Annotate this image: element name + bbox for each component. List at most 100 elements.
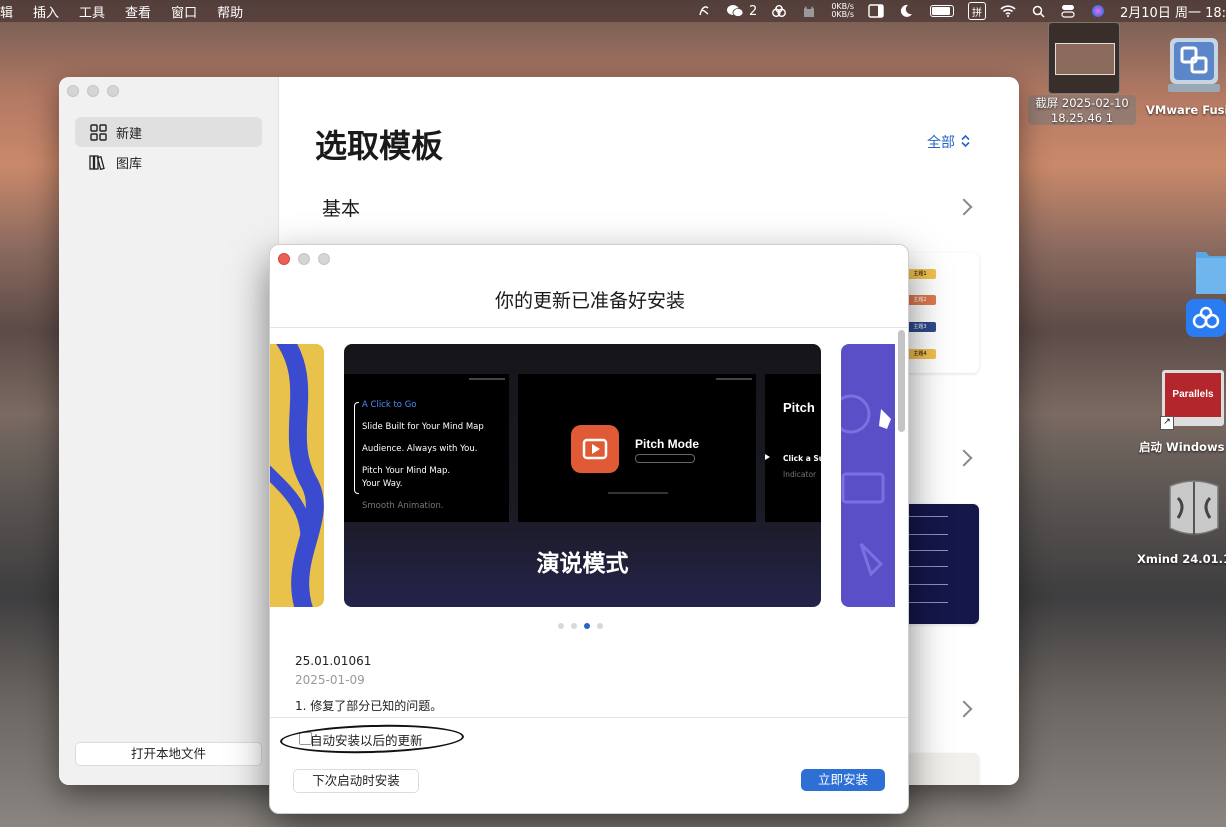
template-card[interactable] — [904, 504, 979, 624]
carousel-slide-prev[interactable] — [270, 344, 324, 607]
grid-icon — [89, 123, 107, 141]
slide-line: Audience. Always with You. — [362, 444, 478, 454]
xmind-icon[interactable] — [1164, 478, 1224, 542]
alias-arrow-icon: ↗ — [1160, 416, 1174, 430]
install-now-button[interactable]: 立即安装 — [801, 769, 885, 791]
carousel-dot[interactable] — [558, 623, 564, 629]
slide-line: Click a Sub — [783, 454, 821, 463]
slide-line: Pitch Your Mind Map. — [362, 466, 451, 476]
template-card[interactable]: 主题1 主题2 主题3 主题4 — [904, 253, 979, 373]
scrollbar[interactable] — [898, 330, 905, 432]
menu-bar-right: 2 0KB/s 0KB/s 拼 2月10日 周一 18: — [682, 0, 1226, 22]
cat-icon[interactable] — [801, 4, 817, 18]
carousel-dot[interactable] — [571, 623, 577, 629]
input-method-icon[interactable]: 拼 — [968, 2, 986, 20]
divider — [270, 717, 908, 718]
menu-insert[interactable]: 插入 — [33, 2, 59, 21]
sidebar: 新建 图库 打开本地文件 — [59, 77, 279, 785]
baidu-netdisk-desktop-icon[interactable] — [1186, 299, 1226, 337]
menu-help[interactable]: 帮助 — [217, 2, 243, 21]
version-number: 25.01.01061 — [295, 654, 372, 668]
screenshot-file-label[interactable]: 截屏 2025-02-10 18.25.46 1 — [1028, 95, 1136, 125]
wechat-icon[interactable]: 2 — [726, 3, 758, 19]
search-icon[interactable] — [1030, 4, 1046, 18]
folder-icon[interactable] — [1194, 246, 1226, 296]
script-icon[interactable] — [696, 4, 712, 18]
clock[interactable]: 2月10日 周一 18: — [1120, 2, 1226, 21]
library-icon — [89, 153, 107, 171]
chevron-updown-icon — [961, 134, 970, 149]
filter-dropdown[interactable]: 全部 — [927, 132, 970, 152]
chevron-right-icon[interactable] — [955, 700, 973, 718]
arrow-right-icon — [765, 454, 770, 460]
release-note: 1. 修复了部分已知的问题。 — [295, 699, 443, 713]
dialog-title: 你的更新已准备好安装 — [494, 290, 685, 312]
dialog-zoom-button — [318, 253, 330, 265]
parallels-label[interactable]: 启动 Windows 和 — [1139, 439, 1226, 455]
open-local-file-button[interactable]: 打开本地文件 — [75, 742, 262, 766]
slide-headline: 演说模式 — [536, 551, 629, 577]
close-button[interactable] — [67, 85, 79, 97]
dialog-minimize-button — [298, 253, 310, 265]
menu-tools[interactable]: 工具 — [79, 2, 105, 21]
carousel-slide-next[interactable] — [841, 344, 895, 607]
sidebar-toggle-icon[interactable] — [868, 4, 884, 18]
slide-line: A Click to Go — [362, 400, 417, 410]
slide-panel-pitch: Pitch Mode — [518, 374, 756, 522]
vmware-fusion-icon[interactable] — [1166, 34, 1222, 96]
minimize-button[interactable] — [87, 85, 99, 97]
moon-icon[interactable] — [898, 4, 914, 18]
baidu-netdisk-icon[interactable] — [771, 4, 787, 18]
play-icon — [571, 425, 619, 473]
menu-edit[interactable]: 辑 — [0, 2, 13, 21]
screenshot-label-line2: 18.25.46 1 — [1050, 111, 1114, 125]
template-card[interactable] — [904, 753, 979, 785]
parallels-brand: Parallels — [1165, 373, 1221, 417]
screenshot-file-thumbnail[interactable] — [1048, 22, 1120, 94]
sidebar-item-label: 图库 — [116, 156, 143, 172]
pitch-mode-title: Pitch Mode — [635, 437, 700, 451]
menu-bar: 辑 插入 工具 查看 窗口 帮助 2 0KB/s 0KB/s 拼 2月10日 周… — [0, 0, 1226, 22]
hand-drawn-circle-annotation — [279, 722, 465, 756]
release-notes-scroll-area[interactable]: A Click to Go Slide Built for Your Mind … — [270, 327, 908, 717]
control-center-icon[interactable] — [1060, 4, 1076, 18]
parallels-icon[interactable]: Parallels ↗ — [1160, 370, 1224, 430]
filter-label: 全部 — [927, 135, 955, 151]
screenshot-label-line1: 截屏 2025-02-10 — [1035, 96, 1129, 110]
carousel-dot[interactable] — [597, 623, 603, 629]
window-controls — [67, 85, 119, 97]
install-on-next-launch-button[interactable]: 下次启动时安装 — [293, 769, 419, 793]
carousel-indicator — [558, 623, 603, 629]
carousel-slide-current[interactable]: A Click to Go Slide Built for Your Mind … — [344, 344, 821, 607]
chevron-right-icon[interactable] — [955, 449, 973, 467]
slide-panel-pitch-next: Pitch Click a Sub Indicator — [765, 374, 821, 522]
chevron-right-icon[interactable] — [955, 198, 973, 216]
slide-line: Slide Built for Your Mind Map — [362, 422, 484, 432]
menu-window[interactable]: 窗口 — [171, 2, 197, 21]
siri-icon[interactable] — [1090, 4, 1106, 18]
vmware-fusion-label[interactable]: VMware Fusio — [1146, 103, 1226, 117]
net-down: 0KB/s — [831, 10, 854, 19]
zoom-button[interactable] — [107, 85, 119, 97]
sidebar-item-label: 新建 — [116, 126, 143, 142]
slide-line: Your Way. — [362, 479, 403, 489]
slide-panel-outline: A Click to Go Slide Built for Your Mind … — [344, 374, 509, 522]
carousel-dot-active[interactable] — [584, 623, 590, 629]
xmind-label[interactable]: Xmind 24.01.13 — [1137, 552, 1226, 566]
pitch-title-next: Pitch — [783, 400, 815, 415]
menu-bar-left: 辑 插入 工具 查看 窗口 帮助 — [0, 2, 263, 21]
wechat-badge: 2 — [749, 3, 758, 19]
dialog-close-button[interactable] — [278, 253, 290, 265]
page-title: 选取模板 — [315, 127, 444, 165]
sidebar-item-library[interactable]: 图库 — [75, 147, 262, 177]
sidebar-item-new[interactable]: 新建 — [75, 117, 262, 147]
section-title-basic: 基本 — [322, 198, 361, 220]
menu-view[interactable]: 查看 — [125, 2, 151, 21]
update-dialog: 你的更新已准备好安装 A Click to Go Slide Built for… — [269, 244, 909, 814]
battery-icon[interactable] — [930, 5, 954, 17]
net-speed[interactable]: 0KB/s 0KB/s — [831, 3, 854, 19]
release-date: 2025-01-09 — [295, 673, 365, 687]
wifi-icon[interactable] — [1000, 4, 1016, 18]
dialog-window-controls — [278, 253, 330, 265]
slide-line: Indicator — [783, 470, 817, 479]
